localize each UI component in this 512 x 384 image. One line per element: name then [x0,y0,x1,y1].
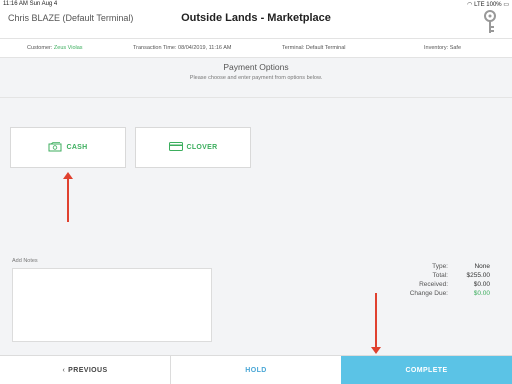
customer-name-link[interactable]: Zeus Violas [54,45,83,51]
inventory-value: Safe [449,45,462,51]
page-title: Outside Lands - Marketplace [181,12,331,24]
transaction-time-label: Transaction Time: [133,45,177,51]
complete-button[interactable]: COMPLETE [341,356,512,384]
cash-label: CASH [66,144,88,151]
hold-button[interactable]: HOLD [171,356,341,384]
transaction-info-bar: Customer: Zeus Violas Transaction Time: … [0,38,512,58]
notes-textarea[interactable] [12,268,212,342]
footer-actions: ‹ PREVIOUS HOLD COMPLETE [0,355,512,384]
inventory-info: Inventory: Safe [424,45,461,51]
transaction-time: Transaction Time: 08/04/2019, 11:16 AM [133,45,231,51]
summary-total-row: Total: $255.00 [360,271,490,280]
change-due-value: $0.00 [473,290,490,297]
annotation-arrow-down [371,293,381,354]
customer-info: Customer: Zeus Violas [27,45,83,51]
payment-options-subtitle: Please choose and enter payment from opt… [189,75,323,81]
customer-label: Customer: [27,45,53,51]
card-icon [168,142,183,153]
transaction-time-value: 08/04/2019, 11:16 AM [178,45,232,51]
terminal-info: Terminal: Default Terminal [282,45,345,51]
received-value: $0.00 [473,281,490,288]
type-value: None [474,263,490,270]
previous-button[interactable]: ‹ PREVIOUS [0,356,171,384]
payment-options-title: Payment Options [223,62,289,72]
notes-label: Add Notes [12,258,38,264]
payment-summary: Type: None Total: $255.00 Received: $0.0… [360,262,490,298]
complete-label: COMPLETE [405,367,448,374]
clover-label: CLOVER [186,144,218,151]
type-label: Type: [432,263,448,270]
ios-status-bar: 11:16 AM Sun Aug 4 ◠ LTE 100% ▭ [0,0,512,8]
received-label: Received: [419,281,448,288]
previous-label: PREVIOUS [68,367,108,374]
annotation-arrow-up [63,172,73,222]
cash-icon [48,141,62,154]
status-time-date: 11:16 AM Sun Aug 4 [3,1,58,7]
hold-label: HOLD [245,367,267,374]
key-icon[interactable] [480,10,500,36]
total-label: Total: [432,272,448,279]
total-value: $255.00 [466,272,491,279]
change-due-label: Change Due: [409,290,448,297]
terminal-label: Terminal: [282,45,305,51]
chevron-left-icon: ‹ [62,367,66,374]
section-divider [0,97,512,98]
clover-payment-button[interactable]: CLOVER [135,127,251,168]
status-right: ◠ LTE 100% ▭ [467,1,509,8]
summary-type-row: Type: None [360,262,490,271]
terminal-value: Default Terminal [305,45,346,51]
app-header: Chris BLAZE (Default Terminal) Outside L… [0,8,512,38]
summary-received-row: Received: $0.00 [360,280,490,289]
summary-change-row: Change Due: $0.00 [360,289,490,298]
cash-payment-button[interactable]: CASH [10,127,126,168]
payment-options-header: Payment Options Please choose and enter … [0,62,512,81]
inventory-label: Inventory: [424,45,449,51]
